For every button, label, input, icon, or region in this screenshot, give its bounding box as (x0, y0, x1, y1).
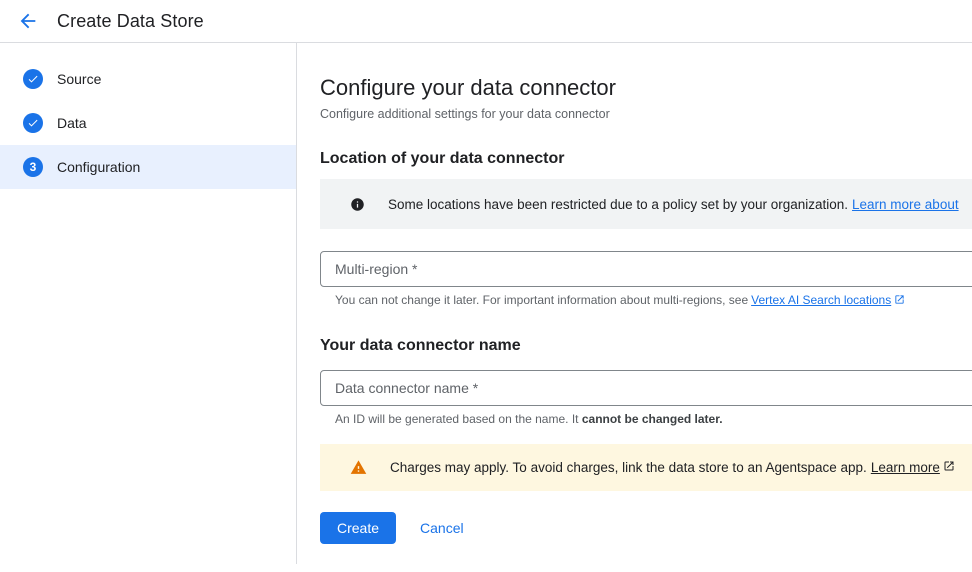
form-subtitle: Configure additional settings for your d… (320, 107, 972, 122)
location-info-banner: Some locations have been restricted due … (320, 179, 972, 229)
info-banner-text: Some locations have been restricted due … (388, 197, 848, 212)
step-label: Data (57, 115, 87, 131)
back-arrow-icon[interactable] (16, 9, 40, 33)
name-helper: An ID will be generated based on the nam… (335, 412, 972, 426)
location-section-heading: Location of your data connector (320, 149, 972, 169)
form-title: Configure your data connector (320, 75, 972, 101)
multi-region-select[interactable]: Multi-region * (320, 251, 972, 287)
info-icon (350, 197, 365, 212)
name-helper-bold-text: cannot be changed later. (582, 412, 723, 426)
vertex-locations-link[interactable]: Vertex AI Search locations (751, 293, 891, 307)
stepper-sidebar: Source Data 3 Configuration (0, 43, 297, 564)
step-complete-check-icon (23, 113, 43, 133)
charges-warning-banner: Charges may apply. To avoid charges, lin… (320, 444, 972, 491)
step-label: Configuration (57, 159, 140, 175)
warning-banner-text: Charges may apply. To avoid charges, lin… (390, 460, 867, 475)
content-area: Source Data 3 Configuration Configure yo… (0, 43, 972, 572)
create-button[interactable]: Create (320, 512, 396, 544)
name-helper-text: An ID will be generated based on the nam… (335, 412, 579, 426)
page-title: Create Data Store (57, 11, 204, 32)
info-banner-learn-more-link[interactable]: Learn more about (852, 197, 959, 212)
warning-icon (350, 459, 367, 476)
step-complete-check-icon (23, 69, 43, 89)
multi-region-helper-text: You can not change it later. For importa… (335, 293, 748, 307)
step-configuration[interactable]: 3 Configuration (0, 145, 296, 189)
step-data[interactable]: Data (0, 101, 296, 145)
name-section-heading: Your data connector name (320, 336, 972, 356)
external-link-icon (894, 294, 905, 308)
data-connector-name-placeholder: Data connector name * (335, 380, 478, 396)
multi-region-label: Multi-region * (335, 261, 417, 277)
step-number-badge: 3 (23, 157, 43, 177)
external-link-icon (943, 459, 955, 477)
cancel-button[interactable]: Cancel (420, 520, 464, 536)
step-label: Source (57, 71, 101, 87)
multi-region-helper: You can not change it later. For importa… (335, 293, 972, 308)
data-connector-name-input[interactable]: Data connector name * (320, 370, 972, 406)
form-actions: Create Cancel (320, 512, 972, 544)
step-source[interactable]: Source (0, 57, 296, 101)
app-header: Create Data Store (0, 0, 972, 43)
main-form: Configure your data connector Configure … (297, 43, 972, 572)
warning-learn-more-link[interactable]: Learn more (871, 460, 940, 475)
